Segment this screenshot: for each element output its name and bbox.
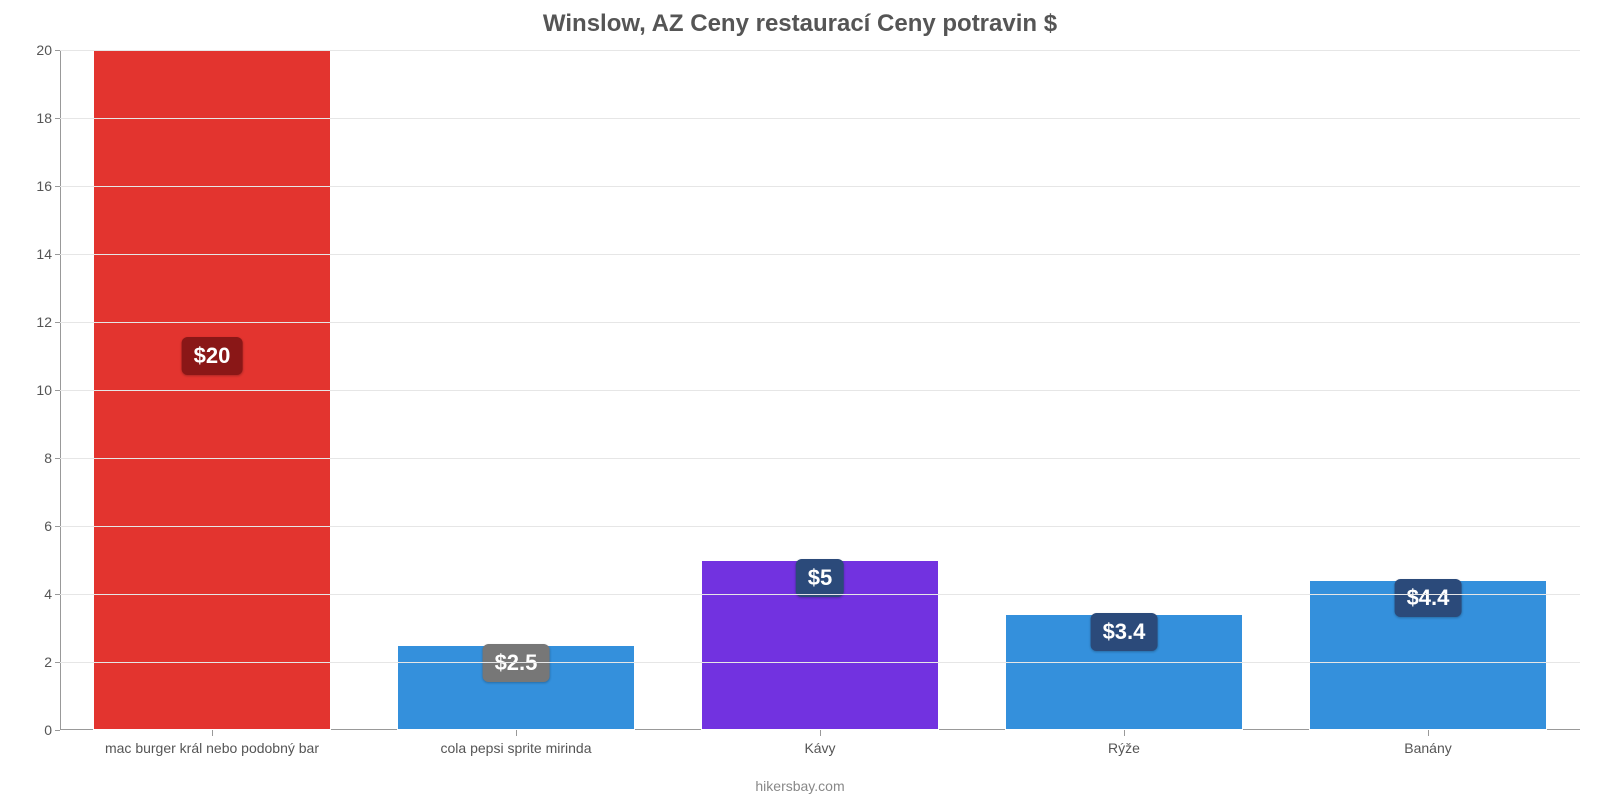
chart-container: Winslow, AZ Ceny restaurací Ceny potravi… — [0, 0, 1600, 800]
gridline — [60, 186, 1580, 187]
y-tick-label: 12 — [36, 314, 60, 330]
x-tick-mark — [820, 730, 821, 736]
gridline — [60, 50, 1580, 51]
y-tick-label: 8 — [44, 450, 60, 466]
gridline — [60, 458, 1580, 459]
y-tick-label: 20 — [36, 42, 60, 58]
x-category-label: Rýže — [1108, 740, 1140, 756]
y-tick-label: 18 — [36, 110, 60, 126]
x-labels-layer: mac burger král nebo podobný bar cola pep… — [60, 732, 1580, 772]
bar: $5 — [701, 560, 938, 730]
bar-value-badge: $2.5 — [483, 644, 550, 682]
y-tick-label: 0 — [44, 722, 60, 738]
bar: $3.4 — [1005, 614, 1242, 730]
gridline — [60, 594, 1580, 595]
gridline — [60, 322, 1580, 323]
y-tick-label: 6 — [44, 518, 60, 534]
x-tick-mark — [516, 730, 517, 736]
x-tick-mark — [1124, 730, 1125, 736]
gridline — [60, 390, 1580, 391]
gridline — [60, 254, 1580, 255]
x-tick-mark — [212, 730, 213, 736]
bar: $4.4 — [1309, 580, 1546, 730]
gridline — [60, 526, 1580, 527]
y-tick-label: 4 — [44, 586, 60, 602]
x-category-label: Kávy — [804, 740, 835, 756]
chart-credit: hikersbay.com — [0, 778, 1600, 794]
y-tick-label: 10 — [36, 382, 60, 398]
x-category-label: Banány — [1404, 740, 1451, 756]
gridline — [60, 662, 1580, 663]
x-category-label: mac burger král nebo podobný bar — [105, 740, 319, 756]
bar-value-badge: $4.4 — [1395, 579, 1462, 617]
x-tick-mark — [1428, 730, 1429, 736]
bar-value-badge: $20 — [182, 337, 243, 375]
gridline — [60, 118, 1580, 119]
bar: $2.5 — [397, 645, 634, 730]
chart-title: Winslow, AZ Ceny restaurací Ceny potravi… — [0, 0, 1600, 46]
y-tick-label: 14 — [36, 246, 60, 262]
bar-value-badge: $5 — [796, 559, 844, 597]
x-category-label: cola pepsi sprite mirinda — [441, 740, 592, 756]
y-tick-label: 2 — [44, 654, 60, 670]
bar-value-badge: $3.4 — [1091, 613, 1158, 651]
y-tick-label: 16 — [36, 178, 60, 194]
plot-area: $20$2.5$5$3.4$4.4 02468101214161820 — [60, 50, 1580, 730]
